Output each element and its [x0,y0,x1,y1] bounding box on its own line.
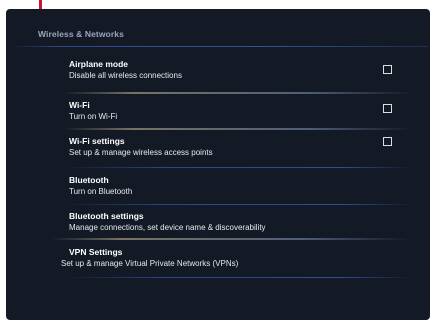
settings-screen: Wireless & Networks Airplane mode Disabl… [6,9,430,320]
setting-wifi-settings[interactable]: Wi-Fi settings Set up & manage wireless … [6,130,430,170]
section-header-divider [10,46,428,47]
row-divider [63,167,413,168]
setting-summary: Turn on Wi-Fi [69,112,118,121]
setting-summary: Disable all wireless connections [69,71,182,80]
row-divider [63,92,413,94]
setting-bluetooth-settings[interactable]: Bluetooth settings Manage connections, s… [6,206,430,246]
row-divider [63,277,413,278]
setting-summary: Manage connections, set device name & di… [69,223,266,232]
setting-summary: Turn on Bluetooth [69,187,133,196]
section-header: Wireless & Networks [38,29,124,39]
row-divider [63,204,413,205]
setting-title: Wi-Fi [69,100,90,110]
setting-summary: Set up & manage wireless access points [69,148,213,157]
setting-title: Airplane mode [69,59,129,69]
setting-airplane-mode[interactable]: Airplane mode Disable all wireless conne… [6,54,430,94]
setting-vpn-settings[interactable]: VPN Settings Set up & manage Virtual Pri… [6,242,430,282]
setting-title: Wi-Fi settings [69,136,125,146]
wifi-checkbox[interactable] [383,104,392,113]
setting-summary: Set up & manage Virtual Private Networks… [61,259,239,268]
airplane-mode-checkbox[interactable] [383,65,392,74]
setting-title: VPN Settings [69,247,123,257]
setting-title: Bluetooth [69,175,109,185]
wifi-settings-checkbox[interactable] [383,137,392,146]
setting-title: Bluetooth settings [69,211,144,221]
row-divider [51,238,411,240]
